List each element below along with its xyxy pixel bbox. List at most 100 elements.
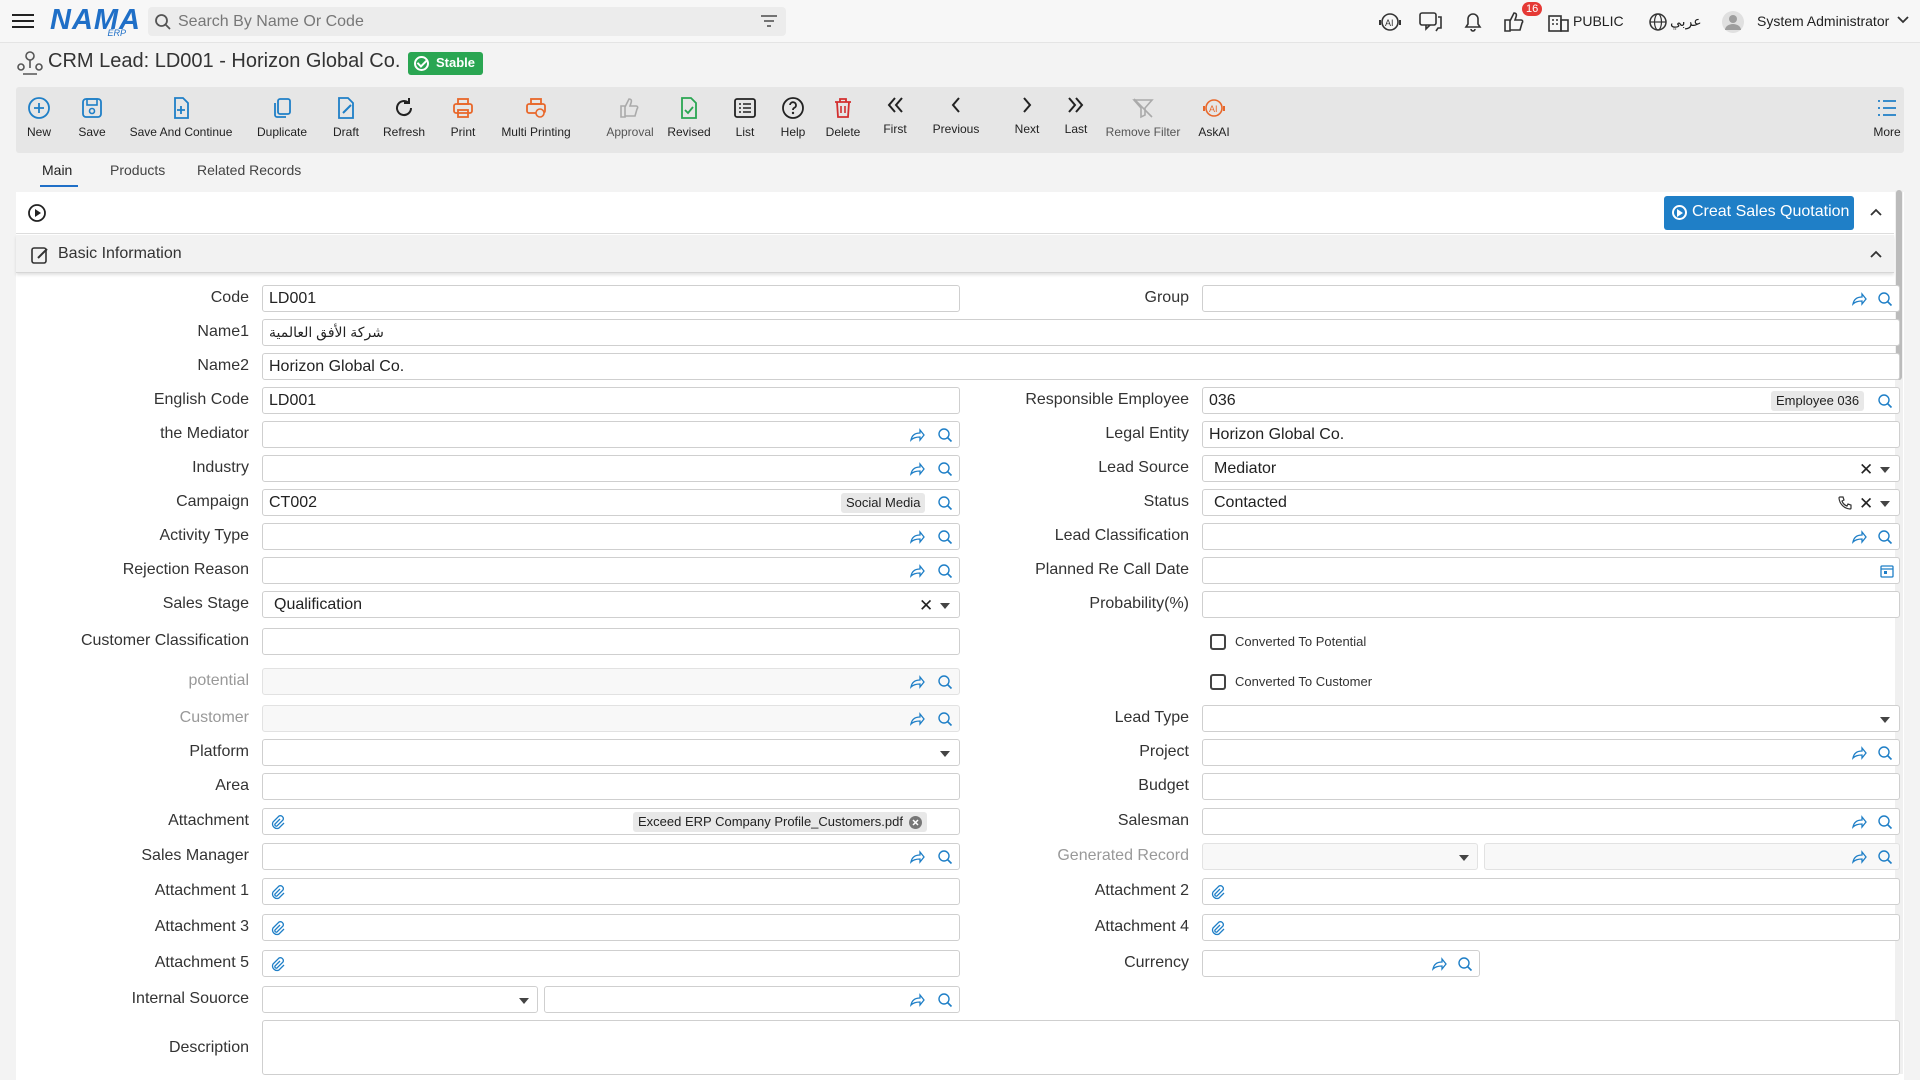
refresh-button[interactable]: Refresh (379, 87, 429, 153)
lookup-search-icon[interactable] (1877, 393, 1893, 409)
dropdown-caret-icon[interactable] (1880, 717, 1890, 723)
platform-select[interactable] (262, 739, 960, 766)
phone-icon[interactable] (1837, 495, 1853, 511)
share-arrow-icon[interactable] (1851, 529, 1867, 545)
search-box[interactable]: Search By Name Or Code (148, 7, 786, 36)
attachment5-field[interactable] (262, 950, 960, 977)
share-arrow-icon[interactable] (909, 674, 925, 690)
tab-products[interactable]: Products (110, 162, 165, 178)
lookup-search-icon[interactable] (1877, 814, 1893, 830)
lead-source-select[interactable]: Mediator ✕ (1202, 455, 1900, 482)
responsible-employee-field[interactable]: 036 Employee 036 (1202, 387, 1900, 414)
lookup-search-icon[interactable] (1877, 745, 1893, 761)
share-arrow-icon[interactable] (1851, 291, 1867, 307)
share-arrow-icon[interactable] (1851, 814, 1867, 830)
multi-printing-button[interactable]: Multi Printing (494, 87, 578, 153)
name2-field[interactable]: Horizon Global Co. (262, 353, 1900, 380)
ai-assistant-icon[interactable]: AI (1377, 10, 1403, 34)
campaign-field[interactable]: CT002 Social Media (262, 489, 960, 516)
approval-button[interactable]: Approval (588, 87, 672, 153)
project-field[interactable] (1202, 739, 1900, 766)
attachment3-field[interactable] (262, 914, 960, 941)
lookup-search-icon[interactable] (937, 461, 953, 477)
tab-main[interactable]: Main (42, 162, 72, 178)
budget-field[interactable] (1202, 773, 1900, 800)
first-record-button[interactable]: First (878, 87, 912, 153)
rejection-reason-field[interactable] (262, 557, 960, 584)
clear-icon[interactable]: ✕ (1859, 494, 1873, 514)
avatar[interactable] (1720, 10, 1746, 34)
tab-related-records[interactable]: Related Records (197, 162, 301, 178)
more-button[interactable]: More (1870, 87, 1904, 153)
attachment2-field[interactable] (1202, 878, 1900, 905)
new-button[interactable]: New (24, 87, 54, 153)
dropdown-caret-icon[interactable] (1880, 467, 1890, 473)
area-field[interactable] (262, 773, 960, 800)
app-logo[interactable]: NAMA ERP (50, 4, 140, 38)
paperclip-icon[interactable] (269, 920, 285, 936)
attachment-field[interactable]: Exceed ERP Company Profile_Customers.pdf (262, 808, 960, 835)
chat-icon[interactable] (1418, 10, 1444, 34)
draft-button[interactable]: Draft (329, 87, 363, 153)
play-circle-icon[interactable] (27, 203, 47, 223)
next-record-button[interactable]: Next (1010, 87, 1044, 153)
chevron-up-icon[interactable] (1869, 207, 1883, 217)
search-input[interactable]: Search By Name Or Code (178, 13, 364, 31)
share-arrow-icon[interactable] (909, 711, 925, 727)
share-arrow-icon[interactable] (909, 563, 925, 579)
lead-type-select[interactable] (1202, 705, 1900, 732)
lookup-search-icon[interactable] (937, 711, 953, 727)
legal-entity-field[interactable]: Horizon Global Co. (1202, 421, 1900, 448)
dropdown-caret-icon[interactable] (519, 998, 529, 1004)
share-arrow-icon[interactable] (1431, 956, 1447, 972)
dropdown-caret-icon[interactable] (1880, 501, 1890, 507)
salesman-field[interactable] (1202, 808, 1900, 835)
lookup-search-icon[interactable] (937, 849, 953, 865)
attachment4-field[interactable] (1202, 914, 1900, 941)
save-and-continue-button[interactable]: Save And Continue (129, 87, 233, 153)
lookup-search-icon[interactable] (937, 529, 953, 545)
clear-icon[interactable]: ✕ (1859, 460, 1873, 480)
menu-icon[interactable] (12, 11, 34, 31)
help-button[interactable]: Help (776, 87, 810, 153)
planned-recall-date-field[interactable] (1202, 557, 1900, 584)
share-arrow-icon[interactable] (909, 992, 925, 1008)
share-arrow-icon[interactable] (1851, 849, 1867, 865)
calendar-icon[interactable] (1879, 563, 1895, 579)
lookup-search-icon[interactable] (1877, 529, 1893, 545)
remove-file-icon[interactable] (908, 815, 923, 830)
globe-icon[interactable] (1645, 10, 1671, 34)
company-name[interactable]: PUBLIC (1573, 13, 1624, 29)
industry-field[interactable] (262, 455, 960, 482)
mediator-field[interactable] (262, 421, 960, 448)
bell-icon[interactable] (1460, 10, 1486, 34)
share-arrow-icon[interactable] (909, 849, 925, 865)
probability-field[interactable] (1202, 591, 1900, 618)
delete-button[interactable]: Delete (822, 87, 864, 153)
askai-button[interactable]: AI AskAI (1192, 87, 1236, 153)
status-select[interactable]: Contacted ✕ (1202, 489, 1900, 516)
lookup-search-icon[interactable] (937, 992, 953, 1008)
sales-stage-select[interactable]: Qualification ✕ (262, 591, 960, 618)
print-button[interactable]: Print (446, 87, 480, 153)
last-record-button[interactable]: Last (1060, 87, 1092, 153)
remove-filter-button[interactable]: Remove Filter (1094, 87, 1192, 153)
attachment1-field[interactable] (262, 878, 960, 905)
lookup-search-icon[interactable] (937, 495, 953, 511)
internal-source-select[interactable] (262, 986, 538, 1013)
previous-record-button[interactable]: Previous (928, 87, 984, 153)
list-button[interactable]: List (728, 87, 762, 153)
code-field[interactable]: LD001 (262, 285, 960, 312)
description-textarea[interactable] (262, 1020, 1900, 1075)
lookup-search-icon[interactable] (937, 674, 953, 690)
converted-to-potential-checkbox[interactable] (1210, 634, 1226, 650)
language-switch[interactable]: عربي (1670, 13, 1702, 30)
revised-button[interactable]: Revised (662, 87, 716, 153)
duplicate-button[interactable]: Duplicate (254, 87, 310, 153)
lookup-search-icon[interactable] (1877, 849, 1893, 865)
share-arrow-icon[interactable] (909, 427, 925, 443)
share-arrow-icon[interactable] (1851, 745, 1867, 761)
english-code-field[interactable]: LD001 (262, 387, 960, 414)
currency-field[interactable] (1202, 950, 1480, 977)
create-sales-quotation-button[interactable]: Creat Sales Quotation (1664, 196, 1854, 230)
